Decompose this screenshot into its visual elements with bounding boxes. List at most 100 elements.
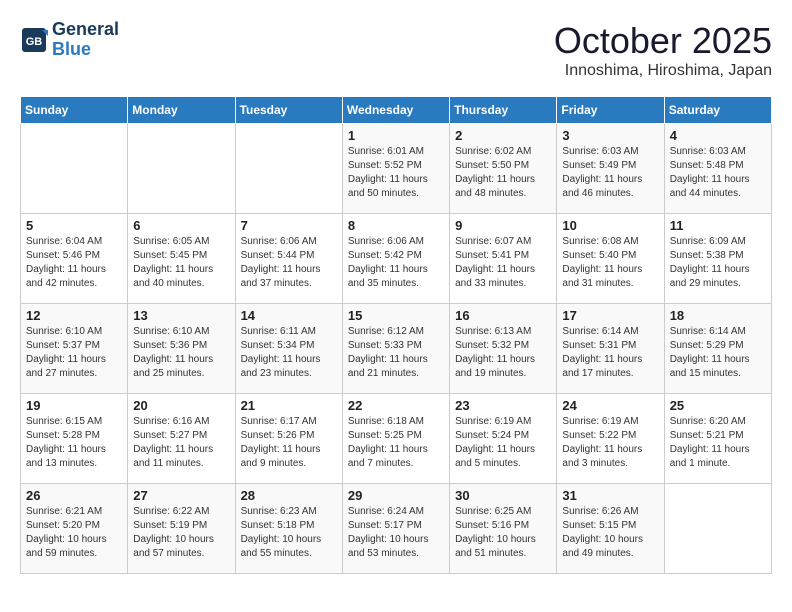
day-number: 24 — [562, 398, 658, 413]
day-info: Sunrise: 6:02 AM Sunset: 5:50 PM Dayligh… — [455, 145, 551, 201]
week-row-0: 1 Sunrise: 6:01 AM Sunset: 5:52 PM Daylig… — [21, 124, 772, 214]
day-info: Sunrise: 6:04 AM Sunset: 5:46 PM Dayligh… — [26, 235, 122, 291]
calendar-cell: 23 Sunrise: 6:19 AM Sunset: 5:24 PM Dayli… — [450, 394, 557, 484]
day-number: 4 — [670, 128, 766, 143]
logo: GB General Blue — [20, 20, 119, 60]
day-info: Sunrise: 6:05 AM Sunset: 5:45 PM Dayligh… — [133, 235, 229, 291]
day-info: Sunrise: 6:20 AM Sunset: 5:21 PM Dayligh… — [670, 415, 766, 471]
calendar-cell: 1 Sunrise: 6:01 AM Sunset: 5:52 PM Daylig… — [342, 124, 449, 214]
calendar-cell: 28 Sunrise: 6:23 AM Sunset: 5:18 PM Dayli… — [235, 484, 342, 574]
calendar-cell: 25 Sunrise: 6:20 AM Sunset: 5:21 PM Dayli… — [664, 394, 771, 484]
logo-text: General Blue — [52, 20, 119, 60]
calendar-cell: 21Sunrise: 6:17 AM Sunset: 5:26 PM Dayli… — [235, 394, 342, 484]
calendar-cell: 30 Sunrise: 6:25 AM Sunset: 5:16 PM Dayli… — [450, 484, 557, 574]
calendar-cell: 12 Sunrise: 6:10 AM Sunset: 5:37 PM Dayli… — [21, 304, 128, 394]
calendar-cell: 10 Sunrise: 6:08 AM Sunset: 5:40 PM Dayli… — [557, 214, 664, 304]
day-info: Sunrise: 6:07 AM Sunset: 5:41 PM Dayligh… — [455, 235, 551, 291]
day-number: 12 — [26, 308, 122, 323]
day-info: Sunrise: 6:16 AM Sunset: 5:27 PM Dayligh… — [133, 415, 229, 471]
day-number: 29 — [348, 488, 444, 503]
day-number: 26 — [26, 488, 122, 503]
day-number: 25 — [670, 398, 766, 413]
calendar-cell: 26Sunrise: 6:21 AM Sunset: 5:20 PM Dayli… — [21, 484, 128, 574]
weekday-header-sunday: Sunday — [21, 97, 128, 124]
calendar-cell: 17 Sunrise: 6:14 AM Sunset: 5:31 PM Dayli… — [557, 304, 664, 394]
day-number: 8 — [348, 218, 444, 233]
title-block: October 2025 Innoshima, Hiroshima, Japan — [554, 20, 772, 80]
day-info: Sunrise: 6:26 AM Sunset: 5:15 PM Dayligh… — [562, 505, 658, 561]
month-title: October 2025 — [554, 20, 772, 62]
day-number: 1 — [348, 128, 444, 143]
day-info: Sunrise: 6:25 AM Sunset: 5:16 PM Dayligh… — [455, 505, 551, 561]
day-number: 31 — [562, 488, 658, 503]
calendar-cell: 11 Sunrise: 6:09 AM Sunset: 5:38 PM Dayli… — [664, 214, 771, 304]
weekday-header-thursday: Thursday — [450, 97, 557, 124]
day-info: Sunrise: 6:10 AM Sunset: 5:37 PM Dayligh… — [26, 325, 122, 381]
calendar-cell: 8 Sunrise: 6:06 AM Sunset: 5:42 PM Daylig… — [342, 214, 449, 304]
calendar-table: SundayMondayTuesdayWednesdayThursdayFrid… — [20, 96, 772, 574]
day-number: 2 — [455, 128, 551, 143]
calendar-cell: 13Sunrise: 6:10 AM Sunset: 5:36 PM Dayli… — [128, 304, 235, 394]
day-info: Sunrise: 6:14 AM Sunset: 5:29 PM Dayligh… — [670, 325, 766, 381]
calendar-cell: 24 Sunrise: 6:19 AM Sunset: 5:22 PM Dayli… — [557, 394, 664, 484]
calendar-cell — [235, 124, 342, 214]
day-info: Sunrise: 6:06 AM Sunset: 5:44 PM Dayligh… — [241, 235, 337, 291]
day-info: Sunrise: 6:08 AM Sunset: 5:40 PM Dayligh… — [562, 235, 658, 291]
calendar-cell: 7 Sunrise: 6:06 AM Sunset: 5:44 PM Daylig… — [235, 214, 342, 304]
day-info: Sunrise: 6:15 AM Sunset: 5:28 PM Dayligh… — [26, 415, 122, 471]
day-info: Sunrise: 6:22 AM Sunset: 5:19 PM Dayligh… — [133, 505, 229, 561]
day-info: Sunrise: 6:14 AM Sunset: 5:31 PM Dayligh… — [562, 325, 658, 381]
day-number: 9 — [455, 218, 551, 233]
page-header: GB General Blue October 2025 Innoshima, … — [20, 20, 772, 80]
calendar-cell: 16Sunrise: 6:13 AM Sunset: 5:32 PM Dayli… — [450, 304, 557, 394]
calendar-cell: 3Sunrise: 6:03 AM Sunset: 5:49 PM Daylig… — [557, 124, 664, 214]
week-row-4: 26Sunrise: 6:21 AM Sunset: 5:20 PM Dayli… — [21, 484, 772, 574]
weekday-header-monday: Monday — [128, 97, 235, 124]
day-number: 7 — [241, 218, 337, 233]
day-number: 30 — [455, 488, 551, 503]
day-number: 18 — [670, 308, 766, 323]
day-info: Sunrise: 6:01 AM Sunset: 5:52 PM Dayligh… — [348, 145, 444, 201]
calendar-cell: 18 Sunrise: 6:14 AM Sunset: 5:29 PM Dayli… — [664, 304, 771, 394]
calendar-cell: 19Sunrise: 6:15 AM Sunset: 5:28 PM Dayli… — [21, 394, 128, 484]
day-info: Sunrise: 6:10 AM Sunset: 5:36 PM Dayligh… — [133, 325, 229, 381]
calendar-cell: 22 Sunrise: 6:18 AM Sunset: 5:25 PM Dayli… — [342, 394, 449, 484]
calendar-cell: 9 Sunrise: 6:07 AM Sunset: 5:41 PM Daylig… — [450, 214, 557, 304]
day-info: Sunrise: 6:19 AM Sunset: 5:24 PM Dayligh… — [455, 415, 551, 471]
day-info: Sunrise: 6:13 AM Sunset: 5:32 PM Dayligh… — [455, 325, 551, 381]
day-info: Sunrise: 6:24 AM Sunset: 5:17 PM Dayligh… — [348, 505, 444, 561]
day-number: 28 — [241, 488, 337, 503]
day-number: 10 — [562, 218, 658, 233]
week-row-1: 5 Sunrise: 6:04 AM Sunset: 5:46 PM Daylig… — [21, 214, 772, 304]
day-info: Sunrise: 6:06 AM Sunset: 5:42 PM Dayligh… — [348, 235, 444, 291]
day-number: 27 — [133, 488, 229, 503]
calendar-cell: 2 Sunrise: 6:02 AM Sunset: 5:50 PM Daylig… — [450, 124, 557, 214]
day-info: Sunrise: 6:12 AM Sunset: 5:33 PM Dayligh… — [348, 325, 444, 381]
day-info: Sunrise: 6:23 AM Sunset: 5:18 PM Dayligh… — [241, 505, 337, 561]
day-info: Sunrise: 6:03 AM Sunset: 5:49 PM Dayligh… — [562, 145, 658, 201]
calendar-cell: 5 Sunrise: 6:04 AM Sunset: 5:46 PM Daylig… — [21, 214, 128, 304]
weekday-header-row: SundayMondayTuesdayWednesdayThursdayFrid… — [21, 97, 772, 124]
day-info: Sunrise: 6:18 AM Sunset: 5:25 PM Dayligh… — [348, 415, 444, 471]
calendar-cell: 6Sunrise: 6:05 AM Sunset: 5:45 PM Daylig… — [128, 214, 235, 304]
day-info: Sunrise: 6:09 AM Sunset: 5:38 PM Dayligh… — [670, 235, 766, 291]
day-number: 22 — [348, 398, 444, 413]
day-number: 11 — [670, 218, 766, 233]
calendar-cell: 14 Sunrise: 6:11 AM Sunset: 5:34 PM Dayli… — [235, 304, 342, 394]
day-info: Sunrise: 6:19 AM Sunset: 5:22 PM Dayligh… — [562, 415, 658, 471]
calendar-cell: 4 Sunrise: 6:03 AM Sunset: 5:48 PM Daylig… — [664, 124, 771, 214]
calendar-cell: 15 Sunrise: 6:12 AM Sunset: 5:33 PM Dayli… — [342, 304, 449, 394]
weekday-header-friday: Friday — [557, 97, 664, 124]
day-info: Sunrise: 6:11 AM Sunset: 5:34 PM Dayligh… — [241, 325, 337, 381]
day-number: 21 — [241, 398, 337, 413]
day-number: 23 — [455, 398, 551, 413]
day-number: 20 — [133, 398, 229, 413]
day-info: Sunrise: 6:03 AM Sunset: 5:48 PM Dayligh… — [670, 145, 766, 201]
calendar-cell: 31 Sunrise: 6:26 AM Sunset: 5:15 PM Dayli… — [557, 484, 664, 574]
weekday-header-tuesday: Tuesday — [235, 97, 342, 124]
calendar-cell — [664, 484, 771, 574]
day-number: 14 — [241, 308, 337, 323]
day-number: 5 — [26, 218, 122, 233]
day-number: 17 — [562, 308, 658, 323]
day-number: 15 — [348, 308, 444, 323]
